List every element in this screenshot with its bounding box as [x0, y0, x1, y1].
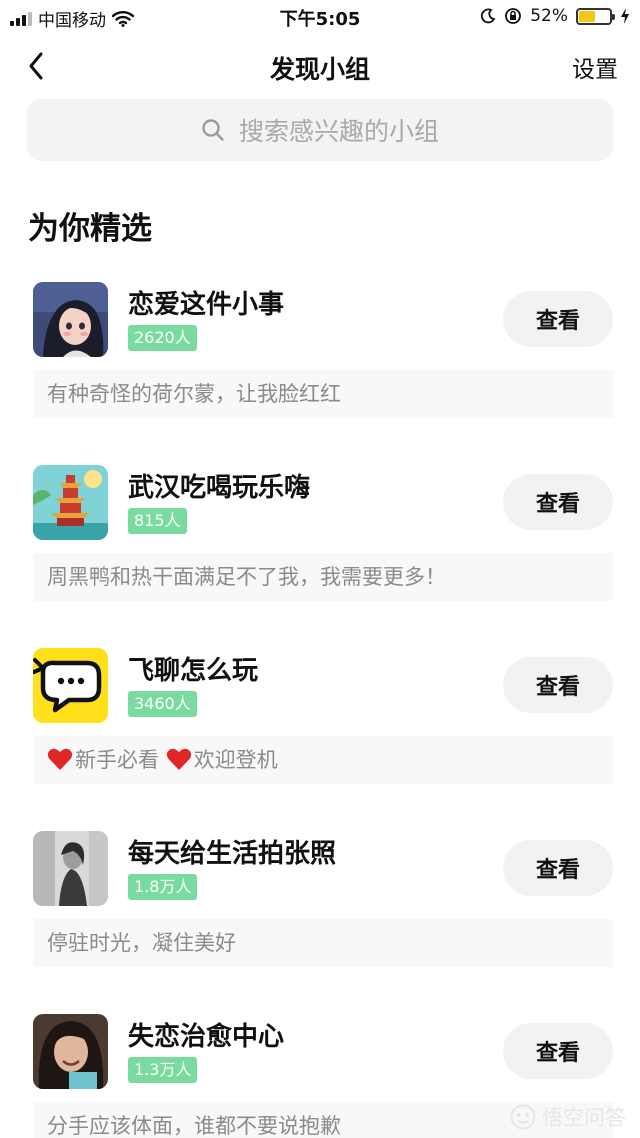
- group-item[interactable]: 飞聊怎么玩 3460人 查看 新手必看 欢迎登机: [0, 648, 640, 798]
- group-item[interactable]: 每天给生活拍张照 1.8万人 查看 停驻时光，凝住美好: [0, 831, 640, 981]
- group-item[interactable]: 恋爱这件小事 2620人 查看 有种奇怪的荷尔蒙，让我脸红红: [0, 282, 640, 432]
- view-button[interactable]: 查看: [503, 840, 613, 896]
- view-button[interactable]: 查看: [503, 291, 613, 347]
- view-button[interactable]: 查看: [503, 657, 613, 713]
- member-count-badge: 3460人: [128, 691, 197, 717]
- group-description: 新手必看 欢迎登机: [33, 736, 613, 784]
- view-button[interactable]: 查看: [503, 1023, 613, 1079]
- member-count-badge: 815人: [128, 508, 187, 534]
- feiliao-logo-icon: [33, 648, 108, 723]
- member-count-badge: 1.3万人: [128, 1057, 198, 1083]
- battery-icon: [576, 7, 615, 25]
- watermark-text: 悟空问答: [542, 1106, 626, 1130]
- heart-icon: [166, 748, 191, 770]
- group-description: 有种奇怪的荷尔蒙，让我脸红红: [33, 370, 613, 418]
- search-input[interactable]: 搜索感兴趣的小组: [27, 99, 613, 161]
- search-placeholder: 搜索感兴趣的小组: [238, 117, 439, 146]
- group-name: 恋爱这件小事: [128, 290, 285, 320]
- section-title: 为你精选: [28, 211, 152, 247]
- heart-icon: [47, 748, 73, 770]
- group-name: 武汉吃喝玩乐嗨: [128, 473, 311, 503]
- group-description: 周黑鸭和热干面满足不了我，我需要更多！: [33, 553, 613, 601]
- group-name: 失恋治愈中心: [128, 1022, 285, 1052]
- view-button[interactable]: 查看: [503, 474, 613, 530]
- charging-icon: [621, 8, 629, 24]
- group-description: 停驻时光，凝住美好: [33, 919, 613, 967]
- status-right: 52%: [480, 6, 630, 26]
- group-avatar: [33, 465, 108, 540]
- group-name: 每天给生活拍张照: [128, 839, 337, 869]
- group-avatar: [33, 831, 108, 906]
- group-item[interactable]: 武汉吃喝玩乐嗨 815人 查看 周黑鸭和热干面满足不了我，我需要更多！: [0, 465, 640, 615]
- group-name: 飞聊怎么玩: [128, 656, 259, 686]
- group-avatar: [33, 648, 108, 723]
- moon-icon: [481, 8, 496, 24]
- page-title: 发现小组: [269, 55, 370, 84]
- member-count-badge: 2620人: [128, 325, 197, 351]
- member-count-badge: 1.8万人: [128, 874, 198, 900]
- search-icon: [202, 119, 224, 141]
- settings-button[interactable]: 设置: [572, 50, 618, 84]
- nav-bar: 发现小组 设置: [0, 40, 640, 92]
- group-avatar: [33, 282, 108, 357]
- watermark: 悟空问答: [510, 1102, 626, 1132]
- rotation-lock-icon: [505, 8, 522, 24]
- battery-percent: 52%: [530, 6, 568, 26]
- group-avatar: [33, 1014, 108, 1089]
- wukong-logo-icon: [510, 1104, 536, 1130]
- status-bar: 中国移动 下午5:05 52%: [0, 0, 640, 34]
